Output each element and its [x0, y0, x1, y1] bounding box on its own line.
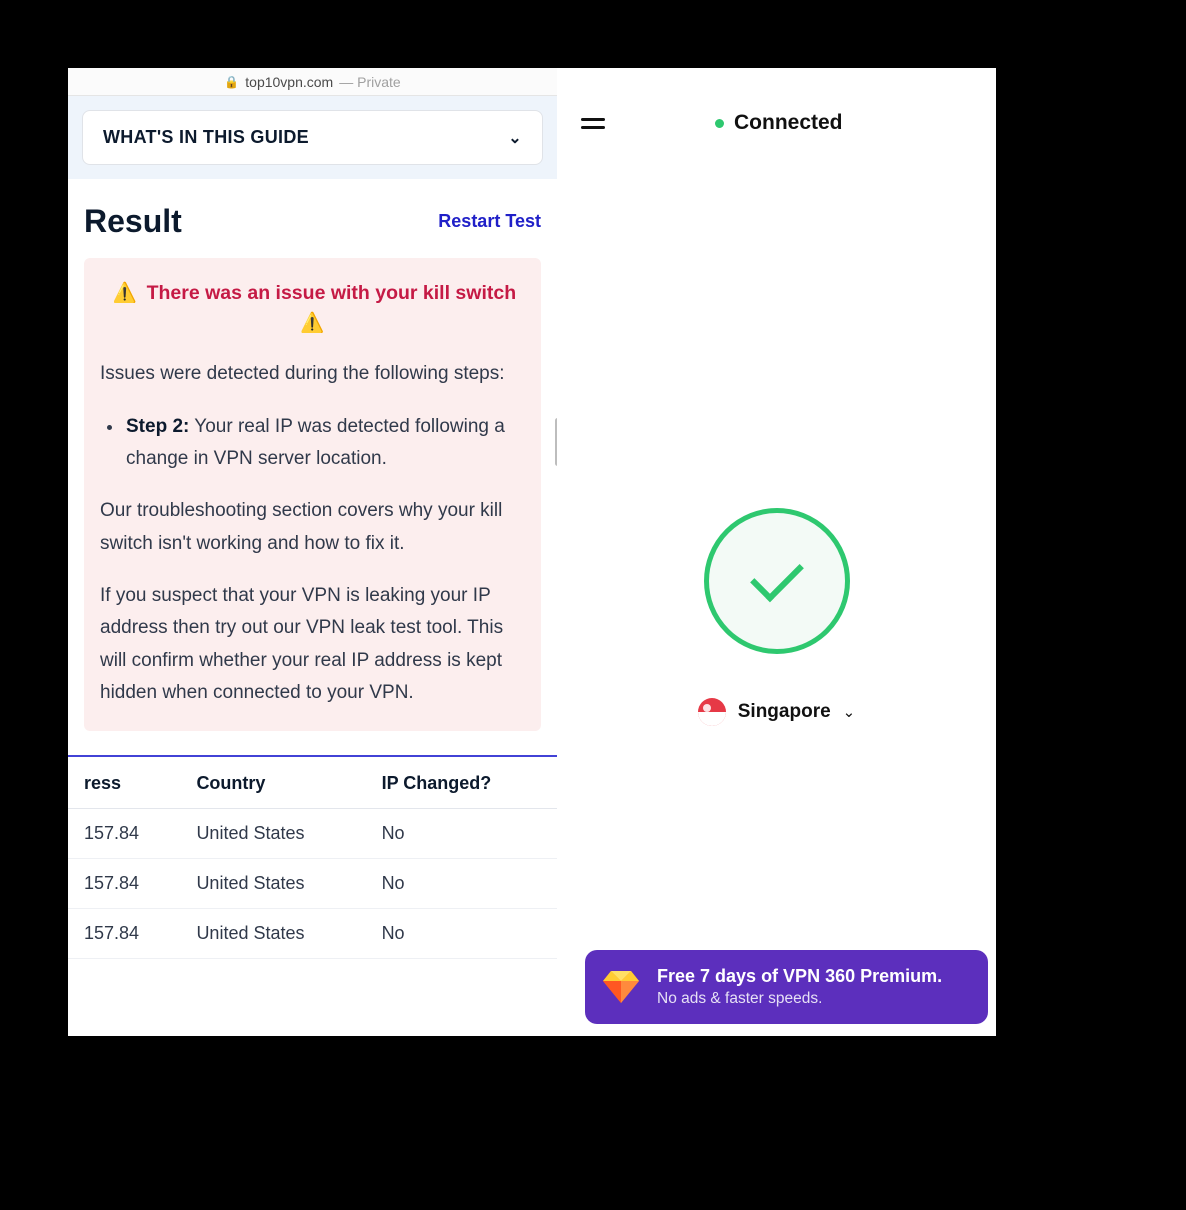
table-row: 157.84 United States No: [68, 859, 557, 909]
alert-step-item: Step 2: Your real IP was detected follow…: [124, 411, 525, 476]
restart-test-link[interactable]: Restart Test: [438, 211, 541, 232]
status-dot-icon: [715, 119, 724, 128]
alert-title: ⚠️ There was an issue with your kill swi…: [100, 278, 525, 338]
cell-ip: 157.84: [68, 859, 184, 909]
cell-changed: No: [370, 909, 557, 959]
browser-panel: 🔒 top10vpn.com — Private WHAT'S IN THIS …: [68, 68, 557, 1036]
guide-title: WHAT'S IN THIS GUIDE: [103, 127, 309, 148]
cell-country: United States: [184, 809, 369, 859]
guide-strip: WHAT'S IN THIS GUIDE ⌄: [68, 96, 557, 179]
premium-promo-banner[interactable]: Free 7 days of VPN 360 Premium. No ads &…: [585, 950, 988, 1024]
alert-steps-list: Step 2: Your real IP was detected follow…: [124, 411, 525, 476]
promo-title: Free 7 days of VPN 360 Premium.: [657, 966, 942, 987]
cell-country: United States: [184, 909, 369, 959]
gem-icon: [603, 971, 639, 1003]
result-heading: Result: [84, 203, 182, 240]
warning-icon: ⚠️: [113, 278, 137, 308]
check-icon: [750, 548, 804, 602]
cell-changed: No: [370, 809, 557, 859]
flag-icon: [698, 698, 726, 726]
step-label: Step 2:: [126, 416, 189, 437]
alert-box: ⚠️ There was an issue with your kill swi…: [84, 258, 541, 731]
results-table-wrap: ress Country IP Changed? 157.84 United S…: [68, 755, 557, 959]
connection-indicator: Singapore ⌄: [557, 508, 996, 726]
alert-intro: Issues were detected during the followin…: [100, 358, 525, 390]
hamburger-icon[interactable]: [581, 118, 605, 129]
chevron-down-icon: ⌄: [843, 703, 856, 721]
result-header: Result Restart Test: [68, 179, 557, 258]
vpn-app-panel: Connected Singapore ⌄: [557, 68, 996, 1036]
alert-para-3: If you suspect that your VPN is leaking …: [100, 580, 525, 709]
results-table: ress Country IP Changed? 157.84 United S…: [68, 757, 557, 959]
connection-status: Connected: [715, 111, 843, 135]
promo-text: Free 7 days of VPN 360 Premium. No ads &…: [657, 966, 942, 1008]
alert-para-2: Our troubleshooting section covers why y…: [100, 495, 525, 560]
chevron-down-icon: ⌄: [508, 128, 522, 148]
location-name: Singapore: [738, 701, 831, 723]
warning-icon: ⚠️: [300, 308, 324, 338]
promo-subtitle: No ads & faster speeds.: [657, 990, 942, 1008]
cell-ip: 157.84: [68, 809, 184, 859]
col-country: Country: [184, 757, 369, 809]
cell-country: United States: [184, 859, 369, 909]
lock-icon: 🔒: [224, 75, 239, 89]
address-domain: top10vpn.com: [245, 74, 333, 90]
cell-changed: No: [370, 859, 557, 909]
address-bar: 🔒 top10vpn.com — Private: [68, 68, 557, 96]
address-private-label: — Private: [339, 74, 400, 90]
connected-circle[interactable]: [704, 508, 850, 654]
app-header: Connected: [557, 68, 996, 178]
alert-title-text: There was an issue with your kill switch: [147, 282, 517, 304]
table-row: 157.84 United States No: [68, 909, 557, 959]
col-changed: IP Changed?: [370, 757, 557, 809]
table-row: 157.84 United States No: [68, 809, 557, 859]
guide-dropdown[interactable]: WHAT'S IN THIS GUIDE ⌄: [82, 110, 543, 165]
location-selector[interactable]: Singapore ⌄: [698, 698, 855, 726]
status-text: Connected: [734, 111, 843, 135]
col-ip-partial: ress: [68, 757, 184, 809]
cell-ip: 157.84: [68, 909, 184, 959]
